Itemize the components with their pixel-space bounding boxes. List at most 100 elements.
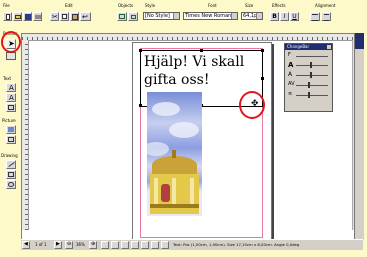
label-picture: Picture: [2, 118, 16, 123]
rectangle-tool-button[interactable]: [6, 170, 16, 179]
underline-button[interactable]: U: [290, 12, 299, 21]
open-button[interactable]: [13, 12, 22, 21]
changebar-row[interactable]: ≡: [288, 91, 330, 99]
bold-button[interactable]: B: [270, 12, 279, 21]
slider-track[interactable]: [296, 56, 328, 57]
wedding-picture[interactable]: [147, 92, 202, 216]
paste-icon: [72, 14, 78, 20]
side-panel-header: [355, 33, 364, 49]
picture-frame-button[interactable]: [6, 125, 16, 134]
view-mode-button[interactable]: [121, 241, 129, 249]
gazebo-dome: [152, 156, 197, 174]
next-page-button[interactable]: ▶: [54, 241, 62, 249]
changebar-titlebar[interactable]: ChangeBar: [285, 44, 332, 50]
chevron-down-icon: [231, 13, 237, 19]
cloud-shape: [152, 102, 180, 116]
changebar-row[interactable]: A: [288, 61, 330, 69]
gazebo-spire: [172, 150, 176, 158]
text-frame-button[interactable]: A: [6, 83, 16, 92]
ungroup-button[interactable]: [128, 12, 138, 21]
text-table-button[interactable]: [6, 103, 16, 112]
italic-button[interactable]: I: [280, 12, 289, 21]
label-style: Style: [145, 3, 156, 8]
picture-crop-button[interactable]: [6, 135, 16, 144]
undo-button[interactable]: ↩: [80, 12, 91, 21]
size-select[interactable]: 64,1p: [241, 12, 263, 20]
save-button[interactable]: [23, 12, 32, 21]
heading-line-1[interactable]: Hjälp! Vi skall: [144, 53, 244, 71]
prev-page-button[interactable]: ◀: [22, 241, 30, 249]
couple-figure: [161, 184, 170, 202]
ellipse-icon: [8, 182, 14, 187]
rotate-tool-button[interactable]: [6, 52, 16, 60]
copy-icon: [62, 14, 67, 19]
horizontal-ruler: [22, 34, 361, 41]
group-icon: [119, 14, 125, 19]
font-value: Times New Roman: [185, 13, 232, 19]
picture-frame-icon: [8, 127, 14, 132]
highlight-pointer-circle: [1, 31, 21, 53]
changebar-row[interactable]: A: [288, 71, 330, 79]
app-window: File Edit Objects Style Font Size Effect…: [0, 0, 367, 257]
label-objects: Objects: [118, 3, 134, 8]
selection-handle[interactable]: [200, 49, 203, 52]
view-mode-button[interactable]: [151, 241, 159, 249]
font-size-icon: F: [288, 52, 291, 58]
view-mode-button[interactable]: [161, 241, 169, 249]
text-path-button[interactable]: A: [6, 93, 16, 102]
new-button[interactable]: [3, 12, 12, 21]
group-button[interactable]: [117, 12, 127, 21]
slider-thumb[interactable]: [308, 82, 310, 88]
slider-thumb[interactable]: [308, 92, 310, 98]
copy-button[interactable]: [60, 12, 69, 21]
line-tool-button[interactable]: [6, 160, 16, 169]
heading-line-2[interactable]: gifta oss!: [144, 71, 209, 89]
style-select[interactable]: [No Style]: [143, 12, 180, 20]
text-path-icon: A: [9, 94, 14, 102]
font-select[interactable]: Times New Roman: [183, 12, 238, 20]
close-icon[interactable]: [327, 45, 331, 49]
save-icon: [25, 14, 31, 20]
style-value: [No Style]: [145, 13, 170, 19]
changebar-row[interactable]: AV: [288, 81, 330, 89]
ellipse-tool-button[interactable]: [6, 180, 16, 189]
selection-handle[interactable]: [261, 49, 264, 52]
slider-track[interactable]: [296, 75, 328, 76]
paste-button[interactable]: [70, 12, 79, 21]
slider-thumb[interactable]: [310, 62, 312, 68]
slider-thumb[interactable]: [310, 72, 312, 78]
selection-handle[interactable]: [261, 77, 264, 80]
view-mode-button[interactable]: [141, 241, 149, 249]
changebar-row[interactable]: F: [288, 52, 330, 59]
cut-icon: ✂: [52, 13, 58, 21]
slider-track[interactable]: [296, 85, 328, 86]
selection-handle[interactable]: [139, 104, 142, 107]
view-mode-button[interactable]: [131, 241, 139, 249]
align-left-button[interactable]: [310, 12, 320, 21]
cloud-shape: [147, 142, 169, 156]
zoom-out-button[interactable]: ⊖: [65, 241, 73, 249]
label-edit: Edit: [65, 3, 73, 8]
print-button[interactable]: [33, 12, 42, 21]
view-mode-button[interactable]: [101, 241, 109, 249]
selection-handle[interactable]: [139, 49, 142, 52]
zoom-in-button[interactable]: ⊕: [89, 241, 97, 249]
label-font: Font: [208, 3, 217, 8]
arrow-left-icon: ◀: [24, 241, 28, 247]
changebar-title: ChangeBar: [287, 44, 310, 49]
align-left-icon: [312, 14, 318, 21]
text-size-icon: A: [288, 61, 294, 69]
slider-track[interactable]: [296, 95, 328, 96]
cloud-shape: [169, 122, 199, 138]
line-icon: [8, 162, 15, 167]
vertical-ruler: [22, 40, 29, 230]
view-mode-button[interactable]: [111, 241, 119, 249]
cut-button[interactable]: ✂: [50, 12, 59, 21]
chevron-down-icon: [256, 13, 262, 19]
arrow-right-icon: ▶: [56, 241, 60, 247]
label-text: Text: [3, 76, 12, 81]
slider-track[interactable]: [296, 65, 328, 66]
magnifier-icon: ⊖: [67, 241, 72, 247]
label-alignment: Alignment: [315, 3, 336, 8]
align-center-button[interactable]: [321, 12, 331, 21]
